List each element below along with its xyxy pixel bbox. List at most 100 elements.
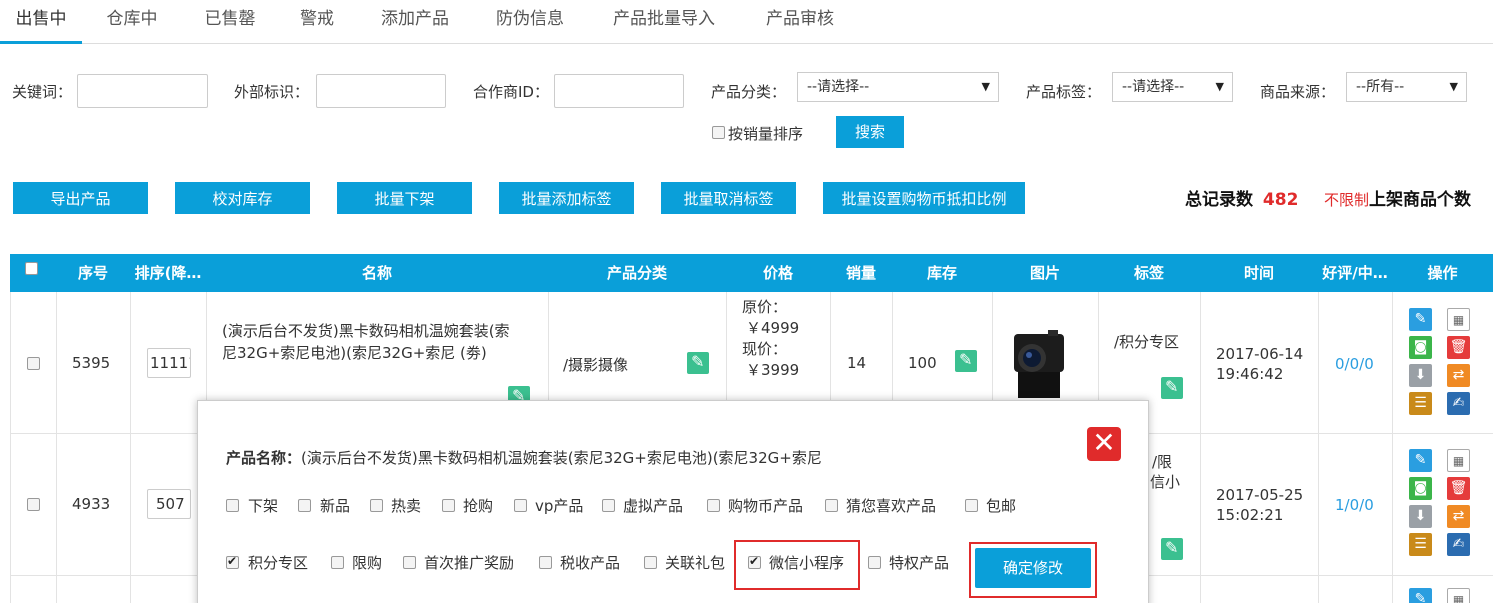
row-rating[interactable]: 0/0/0 — [1335, 355, 1374, 373]
product-name-line: 尼32G+索尼电池)(索尼32G+索尼 (劵) — [222, 344, 487, 362]
tab-batch-import[interactable]: 产品批量导入 — [596, 0, 732, 44]
option-checkbox-limit[interactable] — [331, 556, 344, 569]
tab-warehouse[interactable]: 仓库中 — [92, 0, 172, 44]
export-products-button[interactable]: 导出产品 — [13, 182, 148, 214]
row-rating[interactable]: 1/0/0 — [1335, 496, 1374, 514]
col-divider — [1392, 292, 1393, 603]
header-sales: 销量 — [845, 264, 876, 282]
row-checkbox[interactable] — [27, 357, 40, 370]
header-sort[interactable]: 排序(降… — [130, 254, 206, 292]
select-all-checkbox[interactable] — [25, 262, 38, 275]
option-checkbox-privilege[interactable] — [868, 556, 881, 569]
confirm-modify-button[interactable]: 确定修改 — [975, 548, 1091, 588]
edit-tag-icon[interactable] — [1161, 377, 1183, 399]
list-icon[interactable]: ☰ — [1409, 392, 1432, 415]
option-label: 热卖 — [391, 497, 422, 515]
option-checkbox-promo[interactable] — [403, 556, 416, 569]
external-id-input[interactable] — [316, 74, 446, 108]
edit-icon[interactable]: ✎ — [1409, 449, 1432, 472]
option-checkbox-delist[interactable] — [226, 499, 239, 512]
tab-sold-out[interactable]: 已售罄 — [190, 0, 270, 44]
header-category: 产品分类 — [606, 264, 667, 282]
option-label: vp产品 — [535, 497, 584, 515]
col-divider — [1098, 292, 1099, 400]
option-checkbox-tax[interactable] — [539, 556, 552, 569]
qrcode-icon[interactable]: ▦ — [1447, 449, 1470, 472]
option-label: 税收产品 — [560, 554, 621, 572]
option-label: 限购 — [352, 554, 383, 572]
source-select[interactable]: --所有-- ▼ — [1346, 72, 1467, 102]
qrcode-icon[interactable]: ▦ — [1447, 308, 1470, 331]
tab-bar: 出售中 仓库中 已售罄 警戒 添加产品 防伪信息 产品批量导入 产品审核 — [0, 0, 1493, 44]
option-checkbox-mini-program[interactable] — [748, 554, 761, 569]
edit-icon[interactable]: ✎ — [1409, 308, 1432, 331]
batch-coin-ratio-button[interactable]: 批量设置购物币抵扣比例 — [823, 182, 1025, 214]
col-divider — [830, 292, 831, 400]
option-label: 包邮 — [986, 497, 1017, 515]
edit-tag-icon[interactable] — [1161, 538, 1183, 560]
sign-icon[interactable]: ✍ — [1447, 392, 1470, 415]
trash-icon[interactable]: 🗑 — [1447, 477, 1470, 500]
sort-by-sales-label: 按销量排序 — [728, 125, 804, 143]
total-label: 总记录数 — [1185, 190, 1253, 210]
row-tag: /积分专区 — [1114, 333, 1180, 351]
col-divider — [892, 292, 893, 400]
option-checkbox-guess[interactable] — [825, 499, 838, 512]
edit-stock-icon[interactable] — [955, 350, 977, 372]
keyword-input[interactable] — [77, 74, 208, 108]
close-icon[interactable]: ✕ — [1087, 427, 1121, 461]
download-icon[interactable]: ⬇ — [1409, 364, 1432, 387]
tab-anti-fake[interactable]: 防伪信息 — [480, 0, 580, 44]
edit-category-icon[interactable] — [687, 352, 709, 374]
partner-id-label: 合作商ID： — [473, 83, 549, 101]
option-checkbox-new[interactable] — [298, 499, 311, 512]
option-checkbox-points[interactable] — [226, 554, 239, 569]
partner-id-input[interactable] — [554, 74, 684, 108]
tab-add-product[interactable]: 添加产品 — [365, 0, 465, 44]
cur-price: ￥3999 — [746, 361, 800, 379]
batch-delist-button[interactable]: 批量下架 — [337, 182, 472, 214]
sort-input[interactable]: 11111 — [147, 348, 191, 378]
edit-icon[interactable]: ✎ — [1409, 588, 1432, 603]
col-divider — [130, 292, 131, 603]
batch-add-tag-button[interactable]: 批量添加标签 — [499, 182, 634, 214]
option-checkbox-flash[interactable] — [442, 499, 455, 512]
sort-input[interactable]: 507 — [147, 489, 191, 519]
option-label: 猜您喜欢产品 — [846, 497, 937, 515]
tab-on-sale[interactable]: 出售中 — [0, 0, 82, 44]
wechat-icon[interactable]: ◙ — [1409, 477, 1432, 500]
category-select[interactable]: --请选择-- ▼ — [797, 72, 999, 102]
tag-select[interactable]: --请选择-- ▼ — [1112, 72, 1233, 102]
search-button[interactable]: 搜索 — [836, 116, 904, 148]
chevron-down-icon: ▼ — [981, 80, 990, 93]
col-divider — [726, 292, 727, 400]
modal-product-name-value: (演示后台不发货)黑卡数码相机温婉套装(索尼32G+索尼电池)(索尼32G+索尼 — [301, 449, 822, 467]
total-value: 482 — [1262, 190, 1299, 210]
sort-by-sales-checkbox[interactable] — [712, 126, 725, 139]
trash-icon[interactable]: 🗑 — [1447, 336, 1470, 359]
download-icon[interactable]: ⬇ — [1409, 505, 1432, 528]
option-checkbox-virtual[interactable] — [602, 499, 615, 512]
header-tag: 标签 — [1133, 264, 1164, 282]
tab-product-review[interactable]: 产品审核 — [750, 0, 850, 44]
swap-icon[interactable]: ⇄ — [1447, 505, 1470, 528]
modal-product-name-label: 产品名称： — [226, 449, 302, 467]
swap-icon[interactable]: ⇄ — [1447, 364, 1470, 387]
check-stock-button[interactable]: 校对库存 — [175, 182, 310, 214]
option-checkbox-hot[interactable] — [370, 499, 383, 512]
row-checkbox[interactable] — [27, 498, 40, 511]
sign-icon[interactable]: ✍ — [1447, 533, 1470, 556]
option-checkbox-coin[interactable] — [707, 499, 720, 512]
option-checkbox-free-shipping[interactable] — [965, 499, 978, 512]
list-icon[interactable]: ☰ — [1409, 533, 1432, 556]
tab-alert[interactable]: 警戒 — [282, 0, 352, 44]
option-checkbox-gift[interactable] — [644, 556, 657, 569]
qrcode-icon[interactable]: ▦ — [1447, 588, 1470, 603]
option-checkbox-vp[interactable] — [514, 499, 527, 512]
row-tag-fragment: /限 — [1152, 453, 1173, 471]
modal-product-name: 产品名称：(演示后台不发货)黑卡数码相机温婉套装(索尼32G+索尼电池)(索尼3… — [226, 447, 822, 468]
batch-remove-tag-button[interactable]: 批量取消标签 — [661, 182, 796, 214]
option-label: 抢购 — [463, 497, 494, 515]
category-select-value: --请选择-- — [807, 79, 870, 95]
wechat-icon[interactable]: ◙ — [1409, 336, 1432, 359]
